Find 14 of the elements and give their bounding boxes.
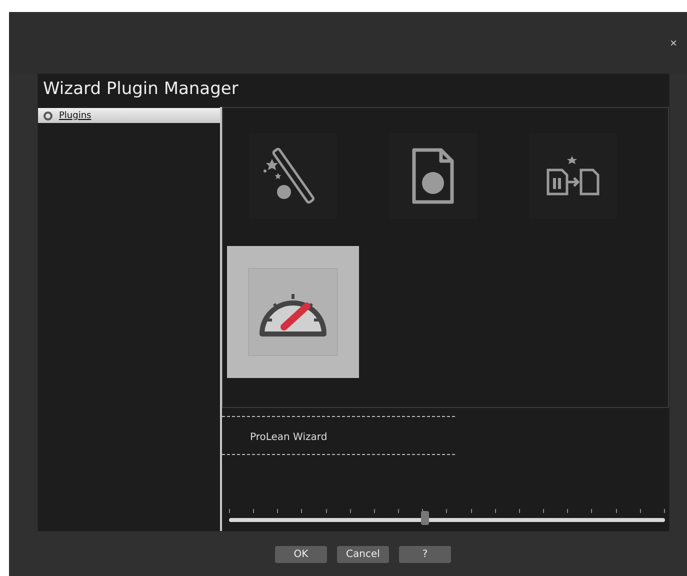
dialog-button[interactable]: Cancel [337, 546, 389, 562]
plugin-name: ProLean Wizard [250, 432, 328, 443]
dialog-button[interactable]: ? [399, 546, 451, 562]
dialog-title: Wizard Plugin Manager [42, 78, 240, 101]
slider-thumb[interactable] [421, 511, 430, 525]
bullet-icon [43, 110, 53, 120]
sidebar-item[interactable]: Plugins [38, 108, 220, 123]
sidebar-label: Plugins [59, 110, 92, 120]
slider-track[interactable] [229, 509, 665, 527]
close-button[interactable]: × [664, 34, 683, 52]
convert-document-icon [545, 154, 601, 198]
dialog-button[interactable]: OK [275, 546, 327, 562]
new-document-icon [411, 147, 455, 205]
plugin-tile[interactable] [227, 246, 359, 378]
